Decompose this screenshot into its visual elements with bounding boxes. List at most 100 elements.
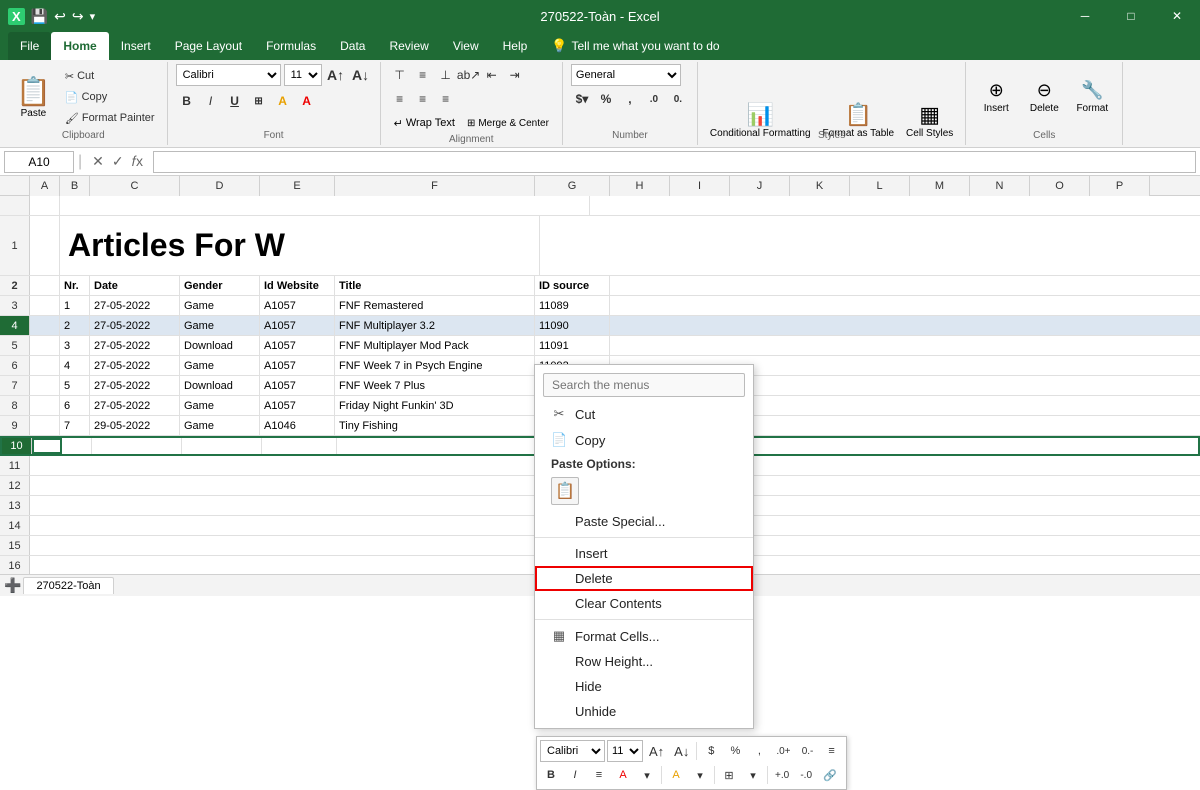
cell-f5[interactable]: FNF Multiplayer Mod Pack [335, 336, 535, 355]
mini-dollar[interactable]: $ [700, 740, 722, 762]
mini-extra2[interactable]: 🔗 [819, 764, 841, 786]
mini-fill-color[interactable]: A [665, 764, 687, 786]
border-button[interactable]: ⊞ [248, 90, 270, 112]
cell-c3[interactable]: 27-05-2022 [90, 296, 180, 315]
cell-e3[interactable]: A1057 [260, 296, 335, 315]
col-header-j[interactable]: J [730, 176, 790, 196]
cell-d5[interactable]: Download [180, 336, 260, 355]
sheet-tab-1[interactable]: 270522-Toàn [23, 577, 113, 594]
context-delete[interactable]: Delete [535, 566, 753, 591]
tab-data[interactable]: Data [328, 32, 377, 60]
cut-button[interactable]: ✂ Cut [61, 66, 159, 86]
name-box[interactable] [4, 151, 74, 173]
col-header-b[interactable]: B [60, 176, 90, 196]
copy-button[interactable]: 📄 Copy [61, 87, 159, 107]
cell-c7[interactable]: 27-05-2022 [90, 376, 180, 395]
cell-f7[interactable]: FNF Week 7 Plus [335, 376, 535, 395]
cell-e8[interactable]: A1057 [260, 396, 335, 415]
tab-formulas[interactable]: Formulas [254, 32, 328, 60]
tab-insert[interactable]: Insert [109, 32, 163, 60]
quick-access-customize[interactable]: ▾ [90, 10, 96, 23]
mini-comma[interactable]: , [748, 740, 770, 762]
align-center-button[interactable]: ≡ [412, 88, 434, 110]
cell-a5[interactable] [30, 336, 60, 355]
quick-access-redo[interactable]: ↪ [72, 8, 84, 25]
cell-f2[interactable]: Title [335, 276, 535, 295]
cell-f3[interactable]: FNF Remastered [335, 296, 535, 315]
cell-c6[interactable]: 27-05-2022 [90, 356, 180, 375]
cell-d9[interactable]: Game [180, 416, 260, 435]
tab-help[interactable]: Help [491, 32, 540, 60]
format-button[interactable]: 🔧 Format [1070, 67, 1114, 127]
confirm-formula-button[interactable]: ✓ [110, 153, 126, 170]
indent-decrease-button[interactable]: ⇤ [481, 64, 503, 86]
mini-font-color[interactable]: A [612, 764, 634, 786]
cell-b4[interactable]: 2 [60, 316, 90, 335]
cell-c9[interactable]: 29-05-2022 [90, 416, 180, 435]
cell-f10[interactable] [337, 438, 537, 454]
context-insert[interactable]: Insert [535, 541, 753, 566]
cell-e9[interactable]: A1046 [260, 416, 335, 435]
font-color-button[interactable]: A [296, 90, 318, 112]
context-row-height[interactable]: Row Height... [535, 649, 753, 674]
cell-a7[interactable] [30, 376, 60, 395]
mini-decrease-decimal[interactable]: 0.- [797, 740, 819, 762]
merge-center-button[interactable]: ⊞ Merge & Center [462, 112, 554, 134]
cell-a6[interactable] [30, 356, 60, 375]
cell-b1-merged[interactable] [60, 196, 590, 215]
percent-button[interactable]: % [595, 88, 617, 110]
mini-bold[interactable]: B [540, 764, 562, 786]
align-top-button[interactable]: ⊤ [389, 64, 411, 86]
tab-file[interactable]: File [8, 32, 51, 60]
mini-extra[interactable]: ≡ [821, 740, 843, 762]
close-button[interactable]: ✕ [1154, 0, 1200, 32]
col-header-m[interactable]: M [910, 176, 970, 196]
tab-tell-me[interactable]: 💡 Tell me what you want to do [539, 32, 731, 60]
formula-input[interactable] [153, 151, 1196, 173]
cell-c4[interactable]: 27-05-2022 [90, 316, 180, 335]
cell-d10[interactable] [182, 438, 262, 454]
cancel-formula-button[interactable]: ✕ [90, 153, 106, 170]
cell-d3[interactable]: Game [180, 296, 260, 315]
insert-button[interactable]: ⊕ Insert [974, 67, 1018, 127]
cell-c5[interactable]: 27-05-2022 [90, 336, 180, 355]
tab-view[interactable]: View [441, 32, 491, 60]
format-painter-button[interactable]: 🖌 Format Painter [61, 108, 159, 128]
mini-dec[interactable]: -.0 [795, 764, 817, 786]
font-name-select[interactable]: Calibri [176, 64, 281, 86]
wrap-text-button[interactable]: ↵ Wrap Text [389, 112, 460, 134]
col-header-l[interactable]: L [850, 176, 910, 196]
mini-border-dropdown[interactable]: ▾ [742, 764, 764, 786]
add-sheet-button[interactable]: ➕ [4, 577, 21, 594]
cell-a10[interactable] [32, 438, 62, 454]
cell-a9[interactable] [30, 416, 60, 435]
cell-d8[interactable]: Game [180, 396, 260, 415]
italic-button[interactable]: I [200, 90, 222, 112]
cell-g5[interactable]: 11091 [535, 336, 610, 355]
fill-color-button[interactable]: A [272, 90, 294, 112]
paste-button[interactable]: 📋 Paste [8, 67, 59, 127]
cell-b7[interactable]: 5 [60, 376, 90, 395]
context-unhide[interactable]: Unhide [535, 699, 753, 724]
cell-e7[interactable]: A1057 [260, 376, 335, 395]
indent-increase-button[interactable]: ⇥ [504, 64, 526, 86]
mini-border[interactable]: ⊞ [718, 764, 740, 786]
cell-e2[interactable]: Id Website [260, 276, 335, 295]
cell-d4[interactable]: Game [180, 316, 260, 335]
cell-g2[interactable]: ID source [535, 276, 610, 295]
mini-decrease-font[interactable]: A↓ [670, 740, 693, 762]
cell-c10[interactable] [92, 438, 182, 454]
context-copy[interactable]: 📄 Copy [535, 427, 753, 453]
align-right-button[interactable]: ≡ [435, 88, 457, 110]
cell-title[interactable]: Articles For W [60, 216, 540, 275]
cell-b3[interactable]: 1 [60, 296, 90, 315]
mini-italic[interactable]: I [564, 764, 586, 786]
mini-fill-dropdown[interactable]: ▾ [689, 764, 711, 786]
cell-b5[interactable]: 3 [60, 336, 90, 355]
minimize-button[interactable]: ─ [1062, 0, 1108, 32]
decrease-decimal-button[interactable]: 0. [667, 88, 689, 110]
align-left-button[interactable]: ≡ [389, 88, 411, 110]
tab-review[interactable]: Review [377, 32, 440, 60]
mini-increase-font[interactable]: A↑ [645, 740, 668, 762]
cell-b2[interactable]: Nr. [60, 276, 90, 295]
